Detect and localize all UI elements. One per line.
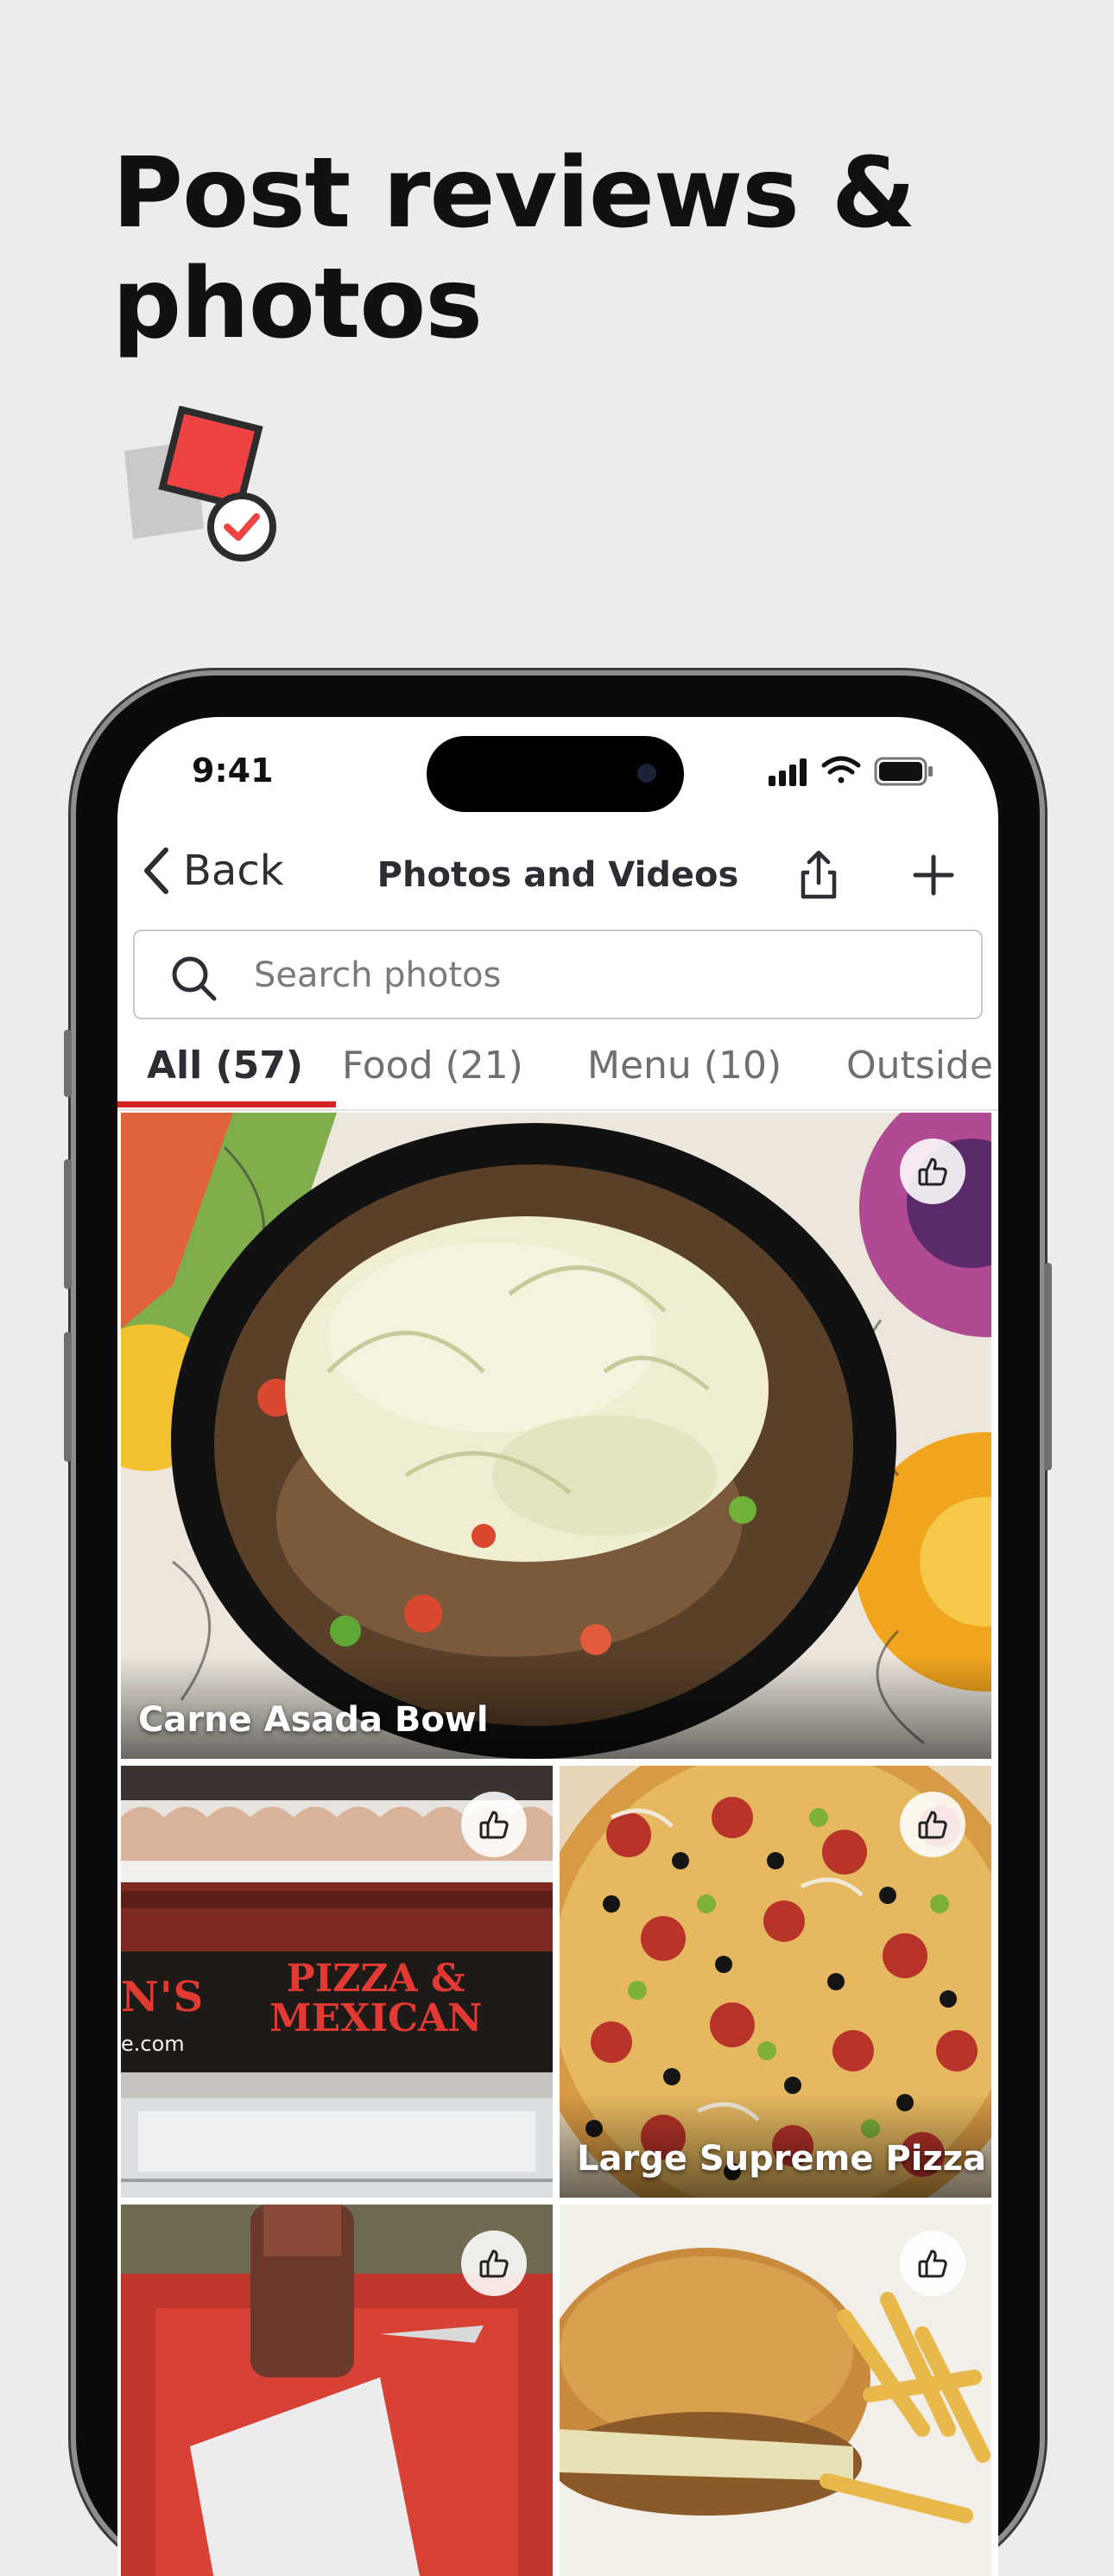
- photo-caption: Carne Asada Bowl: [138, 1700, 489, 1740]
- camera-lens: [637, 764, 656, 783]
- promo-headline: Post reviews & photos: [112, 138, 1028, 359]
- thumbs-up-button[interactable]: [900, 2230, 965, 2296]
- page-title: Photos and Videos: [377, 855, 739, 895]
- power-button: [1044, 1263, 1052, 1470]
- tab-food[interactable]: Food (21): [342, 1038, 523, 1107]
- action-button: [64, 1030, 72, 1097]
- phone-frame: 9:41 Back Photos and Videos Search photo…: [64, 676, 1052, 2576]
- dynamic-island: [427, 736, 684, 812]
- status-icons: [769, 756, 933, 786]
- signal-icon: [769, 758, 807, 786]
- promo-headline-line1: Post reviews &: [112, 137, 916, 250]
- thumbs-up-button[interactable]: [900, 1792, 965, 1857]
- tab-all[interactable]: All (57): [117, 1038, 336, 1107]
- promo-headline-line2: photos: [112, 248, 483, 360]
- photo-tile[interactable]: Carne Asada Bowl: [121, 1113, 991, 1759]
- sign-line-2: MEXICAN: [269, 1996, 483, 2040]
- photo-grid: Carne Asada Bowl N'S PIZZA & MEXICAN e.c…: [121, 1113, 995, 2576]
- thumbs-up-icon: [479, 2249, 509, 2278]
- plus-icon[interactable]: [912, 853, 955, 897]
- tab-menu[interactable]: Menu (10): [587, 1038, 782, 1107]
- photo-tile[interactable]: Large Supreme Pizza: [560, 1766, 991, 2198]
- volume-down-button: [64, 1332, 72, 1462]
- sign-text: PIZZA & MEXICAN: [269, 1959, 482, 2039]
- tab-outside[interactable]: Outside: [846, 1038, 993, 1107]
- thumbs-up-icon: [479, 1811, 509, 1839]
- sign-line-1: PIZZA &: [286, 1957, 465, 2001]
- thumbs-up-button[interactable]: [461, 1792, 527, 1857]
- wifi-icon: [821, 756, 861, 784]
- nav-bar: Back Photos and Videos: [117, 821, 998, 920]
- volume-up-button: [64, 1159, 72, 1289]
- promo-photo-check-icon: [124, 406, 276, 562]
- search-icon: [172, 956, 217, 1001]
- sign-left-text: N'S: [121, 1973, 205, 2021]
- search-bar[interactable]: [133, 930, 983, 1019]
- photo-tile[interactable]: N'S PIZZA & MEXICAN e.com: [121, 1766, 553, 2198]
- photo-tile[interactable]: [560, 2205, 991, 2576]
- category-tabs: All (57) Food (21) Menu (10) Outside: [117, 1038, 998, 1111]
- share-icon[interactable]: [796, 848, 841, 900]
- thumbs-up-icon: [918, 1158, 947, 1186]
- photo-tile[interactable]: [121, 2205, 553, 2576]
- battery-icon: [874, 757, 933, 786]
- phone-screen: 9:41 Back Photos and Videos Search photo…: [117, 717, 998, 2576]
- sign-web-text: e.com: [121, 2032, 185, 2056]
- thumbs-up-button[interactable]: [900, 1139, 965, 1204]
- search-input[interactable]: [252, 947, 774, 1004]
- thumbs-up-icon: [918, 1811, 947, 1839]
- thumbs-up-button[interactable]: [461, 2230, 527, 2296]
- status-time: 9:41: [192, 752, 274, 790]
- thumbs-up-icon: [918, 2249, 947, 2278]
- photo-caption: Large Supreme Pizza: [577, 2139, 986, 2179]
